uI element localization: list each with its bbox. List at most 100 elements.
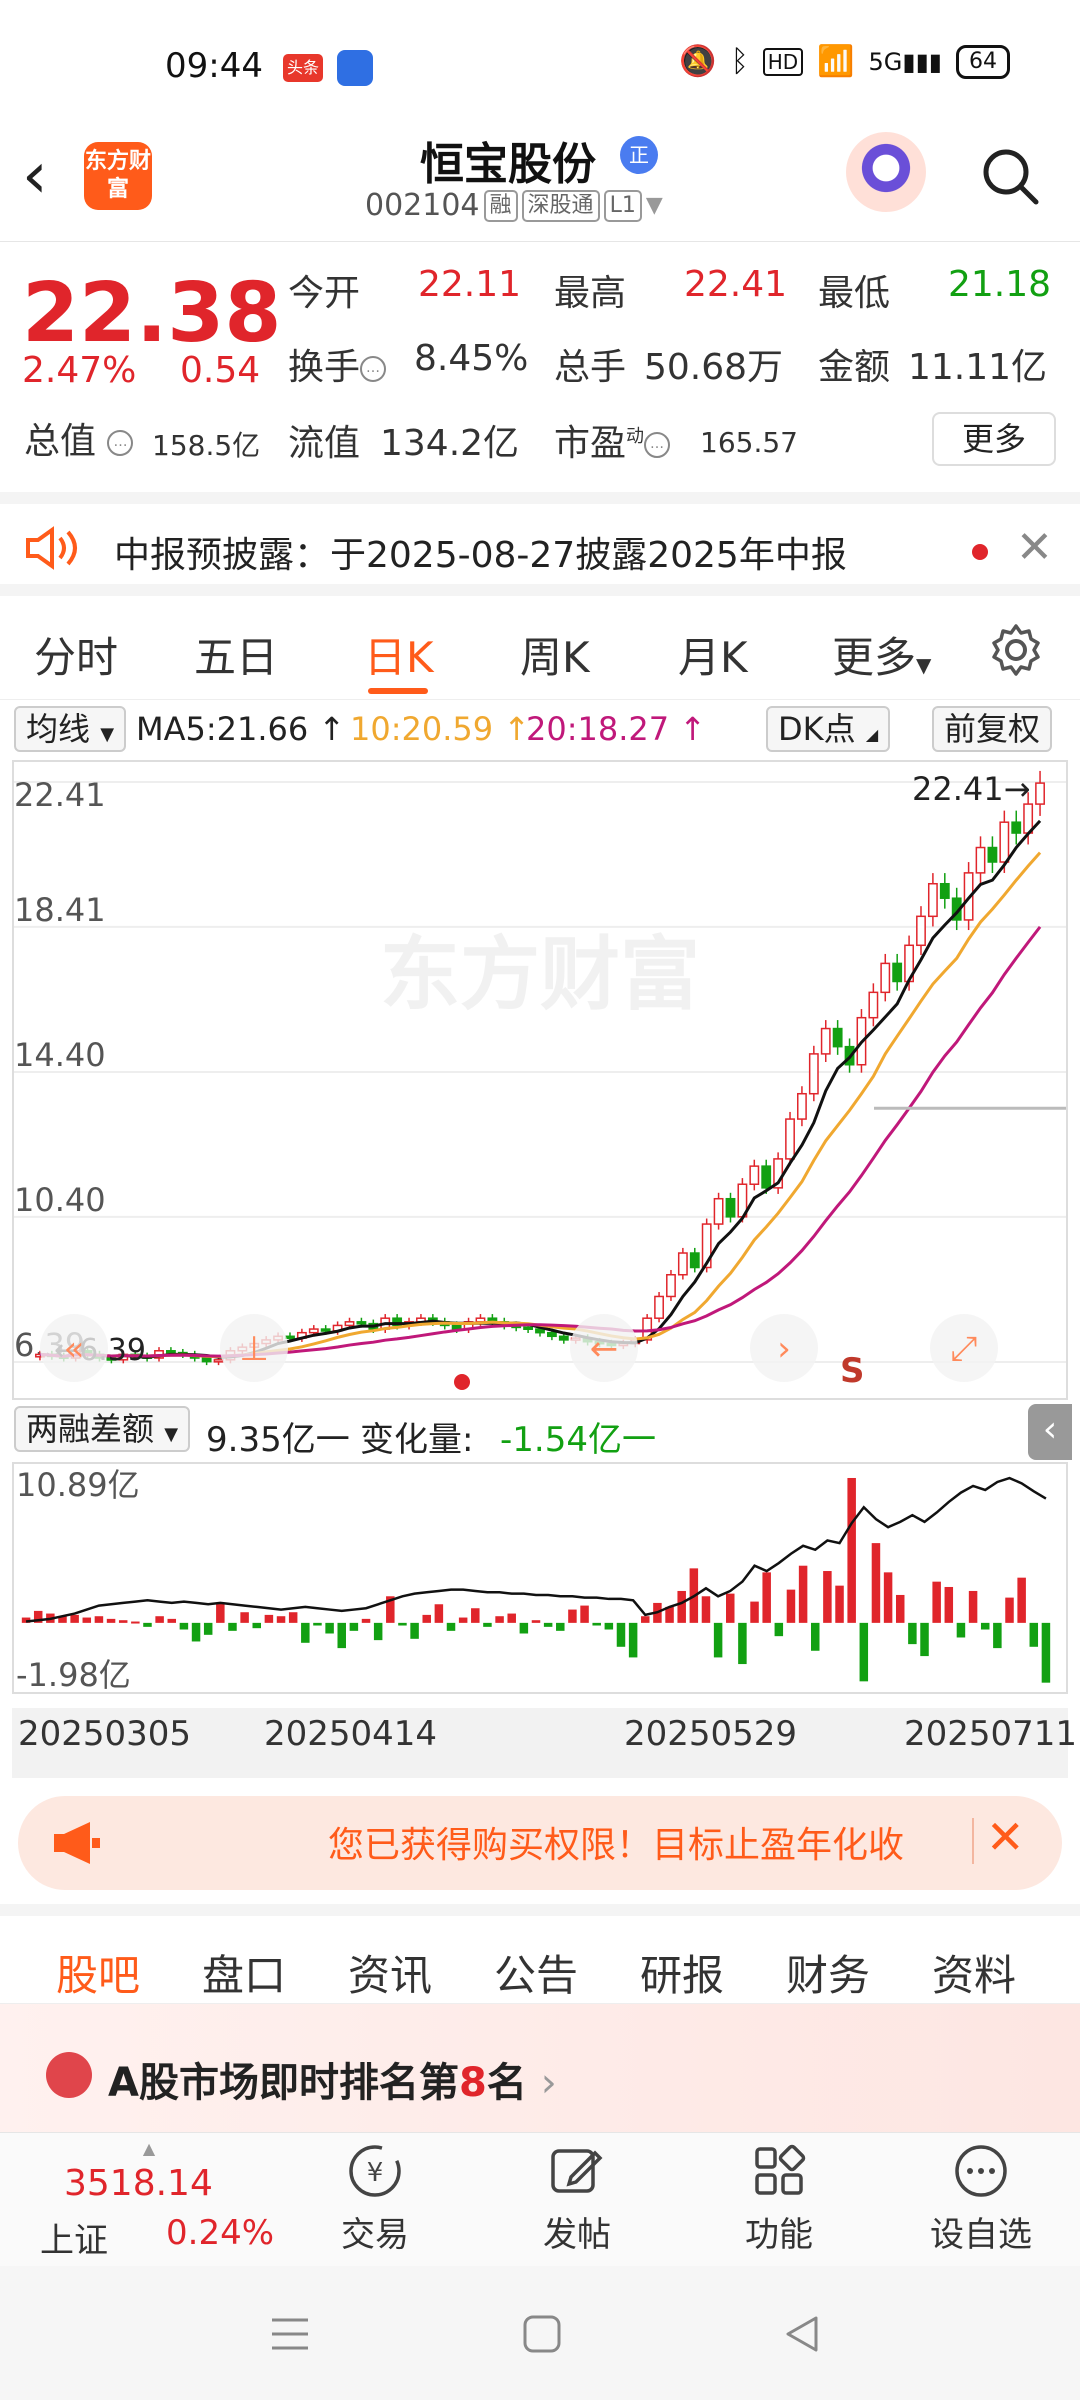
candle xyxy=(285,1335,295,1340)
divider xyxy=(972,1818,974,1864)
collapse-panel-button[interactable]: ‹ xyxy=(1028,1404,1072,1460)
info-icon[interactable]: … xyxy=(360,356,387,382)
tab-pankou[interactable]: 盘口 xyxy=(202,1942,286,2003)
candle xyxy=(535,1328,545,1334)
status-bar: 09:44 头条 🔕 ᛒ HD 📶 5G▮▮▮ 64 xyxy=(0,0,1080,120)
tab-daily-k[interactable]: 日K xyxy=(364,624,434,685)
margin-bar xyxy=(641,1616,650,1623)
baidu-app-icon xyxy=(337,50,373,86)
margin-bar xyxy=(325,1622,334,1634)
promo-banner[interactable]: 您已获得购买权限！目标止盈年化收 ✕ xyxy=(18,1796,1062,1890)
rank-card[interactable]: A股市场即时排名第8名 › xyxy=(0,2004,1080,2132)
margin-balance-line xyxy=(25,1476,1047,1623)
close-icon[interactable]: ✕ xyxy=(1016,522,1053,573)
margin-bar xyxy=(106,1618,116,1623)
post-label: 发帖 xyxy=(543,2215,611,2255)
gear-icon[interactable] xyxy=(988,622,1044,678)
caret-down-icon: ▼ xyxy=(100,724,115,745)
connect-tag: 深股通 xyxy=(521,189,600,222)
tab-guba[interactable]: 股吧 xyxy=(56,1942,140,2003)
stock-header: ‹ 东方财富 恒宝股份 正 002104 融 深股通 L1 ▼ xyxy=(0,120,1080,242)
candle xyxy=(546,1331,557,1338)
margin-bar xyxy=(179,1622,189,1630)
post-button[interactable]: 发帖 xyxy=(502,2141,652,2256)
margin-select[interactable]: 两融差额 ▼ xyxy=(14,1406,191,1452)
kline-chart[interactable]: 东方财富22.4118.4114.4010.406.3922.41→←6.39S… xyxy=(12,760,1068,1400)
tab-timeshare[interactable]: 分时 xyxy=(34,624,118,685)
more-button[interactable]: 更多 xyxy=(932,412,1056,466)
margin-bar xyxy=(313,1622,322,1626)
margin-bar xyxy=(264,1614,274,1623)
pe-label: 市盈动… xyxy=(554,414,671,466)
candle xyxy=(1011,821,1022,834)
margin-bar xyxy=(167,1618,177,1623)
tab-news[interactable]: 资讯 xyxy=(348,1942,432,2003)
tab-weekly-k[interactable]: 周K xyxy=(520,624,590,685)
candle xyxy=(975,846,986,874)
ma-select[interactable]: 均线 ▼ xyxy=(14,706,127,752)
margin-bar xyxy=(883,1572,893,1623)
edit-icon xyxy=(551,2149,603,2193)
tab-more[interactable]: 更多▼ xyxy=(832,624,931,685)
margin-bar xyxy=(568,1609,577,1623)
high-label: 最高 xyxy=(554,273,627,314)
hd-icon: HD xyxy=(762,47,804,76)
trade-label: 交易 xyxy=(341,2215,409,2255)
margin-bar xyxy=(543,1622,553,1627)
back-button[interactable]: ‹ xyxy=(22,144,48,208)
margin-bar xyxy=(677,1590,686,1623)
margin-bar xyxy=(847,1477,856,1623)
caret-down-icon: ▼ xyxy=(916,653,932,677)
date-label: 20250305 xyxy=(18,1714,192,1754)
tab-announcement[interactable]: 公告 xyxy=(494,1942,578,2003)
amount-value: 11.11亿 xyxy=(908,347,1048,388)
menu-icon[interactable] xyxy=(268,2314,312,2354)
index-widget[interactable]: ▲ 3518.14 上证 0.24% xyxy=(24,2139,274,2261)
ma10-label: 10:20.59 ↑ xyxy=(350,710,531,748)
app-logo-text: 东方财富 xyxy=(84,149,151,202)
search-icon[interactable] xyxy=(978,144,1042,208)
adjust-button[interactable]: 前复权 xyxy=(932,706,1053,752)
notice-text: 中报预披露：于2025-08-27披露2025年中报 xyxy=(114,535,847,576)
signal-icon: 5G▮▮▮ xyxy=(868,47,943,76)
home-icon[interactable] xyxy=(520,2312,564,2356)
back-nav-icon[interactable] xyxy=(780,2312,824,2356)
margin-bar xyxy=(519,1622,529,1634)
margin-bar xyxy=(410,1622,419,1639)
app-logo[interactable]: 东方财富 xyxy=(84,142,152,210)
margin-select-label: 两融差额 xyxy=(26,1410,155,1448)
dk-point-button[interactable]: DK点 ◢ xyxy=(766,706,891,752)
signal-dot xyxy=(454,1374,470,1390)
candle xyxy=(689,1252,700,1269)
tab-5day[interactable]: 五日 xyxy=(194,624,278,685)
functions-button[interactable]: 功能 xyxy=(704,2141,854,2256)
notice-bar[interactable]: 中报预披露：于2025-08-27披露2025年中报 ✕ xyxy=(0,492,1080,596)
margin-bar xyxy=(835,1585,844,1623)
tab-finance[interactable]: 财务 xyxy=(786,1942,870,2003)
margin-bar xyxy=(762,1572,771,1623)
kline-tabs: 分时 五日 日K 周K 月K 更多▼ xyxy=(0,600,1080,700)
close-icon[interactable]: ✕ xyxy=(986,1810,1025,1864)
info-icon[interactable]: … xyxy=(644,432,671,458)
stock-code-row[interactable]: 002104 融 深股通 L1 ▼ xyxy=(365,188,663,223)
open-value: 22.11 xyxy=(418,264,522,305)
tab-research[interactable]: 研报 xyxy=(640,1942,724,2003)
pe-sup: 动 xyxy=(626,426,645,447)
turnover-label-text: 换手 xyxy=(288,347,361,388)
margin-chart[interactable]: 10.89亿 -1.98亿 xyxy=(12,1462,1068,1694)
margin-bar xyxy=(750,1601,759,1623)
candle xyxy=(927,882,938,918)
candle xyxy=(713,1197,724,1225)
robot-assistant-icon[interactable] xyxy=(846,132,926,212)
tab-monthly-k[interactable]: 月K xyxy=(678,624,748,685)
margin-bar xyxy=(701,1596,711,1623)
float-value-label: 流值 xyxy=(288,423,361,464)
add-watchlist-button[interactable]: 设自选 xyxy=(906,2141,1056,2256)
trade-button[interactable]: ¥ 交易 xyxy=(300,2141,450,2256)
margin-bar xyxy=(556,1622,565,1631)
info-icon[interactable]: … xyxy=(107,430,134,456)
margin-value-text: 9.35亿 xyxy=(206,1420,316,1460)
margin-bar xyxy=(1005,1597,1014,1623)
margin-bar xyxy=(240,1612,249,1623)
tab-profile[interactable]: 资料 xyxy=(932,1942,1016,2003)
